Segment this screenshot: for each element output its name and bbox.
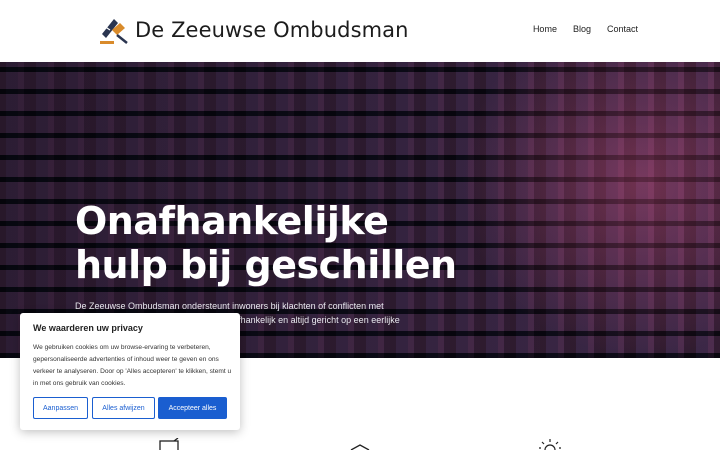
hero-background-glow [460,62,720,358]
cookie-consent-banner: We waarderen uw privacy We gebruiken coo… [20,313,240,430]
brand-name[interactable]: De Zeeuwse Ombudsman [135,18,409,42]
nav-home-link[interactable]: Home [533,24,557,34]
lightbulb-icon [539,439,561,450]
nav-contact-link[interactable]: Contact [607,24,638,34]
cookie-body-text: We gebruiken cookies om uw browse-ervari… [33,344,232,387]
house-icon [350,444,370,450]
hero-title: Onafhankelijke hulp bij geschillen [75,199,495,287]
hero-title-line-1: Onafhankelijke [75,199,389,243]
document-icon [159,438,179,450]
cookie-title: We waarderen uw privacy [33,323,143,333]
accept-all-button[interactable]: Accepteer alles [158,397,227,419]
nav-blog-link[interactable]: Blog [573,24,591,34]
hero-title-line-2: hulp bij geschillen [75,243,457,287]
logo-gavel-icon[interactable] [98,16,132,46]
main-nav: Home Blog Contact [533,24,638,34]
site-header: De Zeeuwse Ombudsman Home Blog Contact [0,0,720,62]
reject-all-button[interactable]: Alles afwijzen [92,397,155,419]
customize-button[interactable]: Aanpassen [33,397,88,419]
